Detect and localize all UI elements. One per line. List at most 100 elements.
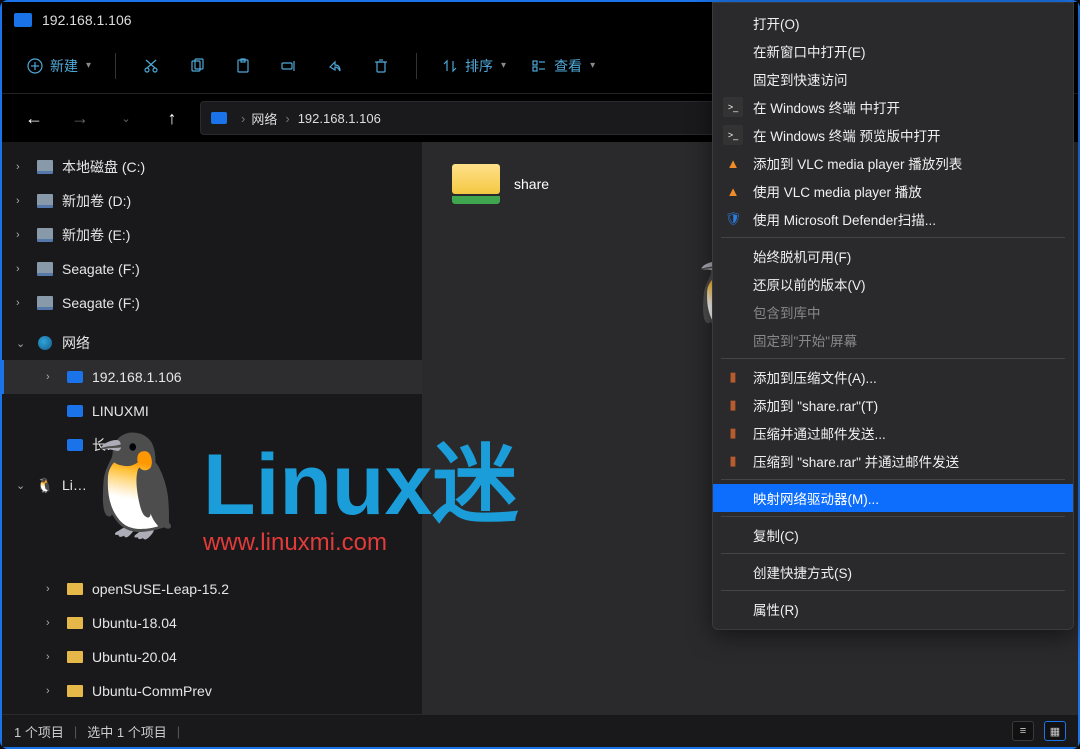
chevron-down-icon: ▾ (590, 60, 595, 71)
ctx-include-library[interactable]: 包含到库中 (713, 298, 1073, 326)
separator (721, 237, 1065, 238)
network-icon (36, 334, 54, 352)
ctx-map-network-drive[interactable]: 映射网络驱动器(M)... (713, 484, 1073, 512)
sort-label: 排序 (465, 56, 493, 76)
drive-icon (36, 294, 54, 312)
sort-icon (441, 57, 459, 75)
tree-ubuntu2004[interactable]: ›Ubuntu-20.04 (2, 640, 422, 674)
chevron-down-icon: ▾ (86, 60, 91, 71)
vlc-icon: ▲ (723, 181, 743, 201)
drive-icon (36, 192, 54, 210)
up-button[interactable]: ↑ (154, 100, 190, 136)
tree-linux-group[interactable]: ⌄Li… (2, 468, 422, 502)
ctx-windows-terminal-preview[interactable]: >_在 Windows 终端 预览版中打开 (713, 121, 1073, 149)
ctx-copy[interactable]: 复制(C) (713, 521, 1073, 549)
drive-icon (36, 260, 54, 278)
status-divider: | (177, 724, 180, 739)
tree-drive-e[interactable]: ›新加卷 (E:) (2, 218, 422, 252)
new-label: 新建 (50, 56, 78, 76)
view-label: 查看 (554, 56, 582, 76)
forward-button[interactable]: → (62, 100, 98, 136)
cut-icon (142, 57, 160, 75)
delete-button[interactable] (360, 48, 402, 84)
plus-icon (26, 57, 44, 75)
drive-icon (36, 158, 54, 176)
view-icons-button[interactable]: ▦ (1044, 721, 1066, 741)
vlc-icon: ▲ (723, 153, 743, 173)
tree-host-chang[interactable]: 长… (2, 428, 422, 462)
ctx-compress-share-email[interactable]: ▮压缩到 "share.rar" 并通过邮件发送 (713, 447, 1073, 475)
folder-icon (66, 614, 84, 632)
tree-host-current[interactable]: ›192.168.1.106 (2, 360, 422, 394)
back-button[interactable]: ← (16, 100, 52, 136)
tree-ubuntucomm[interactable]: ›Ubuntu-CommPrev (2, 674, 422, 708)
monitor-icon (66, 402, 84, 420)
tree-opensuse[interactable]: ›openSUSE-Leap-15.2 (2, 572, 422, 606)
folder-icon (66, 682, 84, 700)
separator (721, 516, 1065, 517)
tux-icon (36, 476, 54, 494)
separator (721, 590, 1065, 591)
view-details-button[interactable]: ≡ (1012, 721, 1034, 741)
folder-icon (66, 580, 84, 598)
crumb-sep: › (285, 111, 289, 126)
folder-name: share (514, 176, 549, 192)
share-button[interactable] (314, 48, 356, 84)
ctx-compress-email[interactable]: ▮压缩并通过邮件发送... (713, 419, 1073, 447)
folder-icon (452, 164, 500, 204)
window-icon (14, 13, 32, 27)
tree-seagate-f1[interactable]: ›Seagate (F:) (2, 252, 422, 286)
status-item-count: 1 个项目 (14, 722, 64, 741)
rar-icon: ▮ (723, 395, 743, 415)
context-menu: 打开(O) 在新窗口中打开(E) 固定到快速访问 >_在 Windows 终端 … (712, 2, 1074, 630)
rar-icon: ▮ (723, 367, 743, 387)
ctx-restore-previous[interactable]: 还原以前的版本(V) (713, 270, 1073, 298)
separator (115, 53, 116, 79)
crumb-host[interactable]: 192.168.1.106 (298, 111, 381, 126)
ctx-pin-start[interactable]: 固定到"开始"屏幕 (713, 326, 1073, 354)
monitor-icon (66, 368, 84, 386)
new-button[interactable]: 新建 ▾ (16, 48, 101, 84)
tree-ubuntu1804[interactable]: ›Ubuntu-18.04 (2, 606, 422, 640)
ctx-windows-terminal[interactable]: >_在 Windows 终端 中打开 (713, 93, 1073, 121)
ctx-open-new-window[interactable]: 在新窗口中打开(E) (713, 37, 1073, 65)
crumb-network[interactable]: 网络 (251, 109, 277, 128)
status-selected-count: 选中 1 个项目 (87, 722, 166, 741)
separator (416, 53, 417, 79)
tree-network[interactable]: ⌄网络 (2, 326, 422, 360)
copy-button[interactable] (176, 48, 218, 84)
ctx-vlc-add[interactable]: ▲添加到 VLC media player 播放列表 (713, 149, 1073, 177)
paste-button[interactable] (222, 48, 264, 84)
status-bar: 1 个项目 | 选中 1 个项目 | ≡ ▦ (2, 714, 1078, 747)
tree-drive-c[interactable]: ›本地磁盘 (C:) (2, 150, 422, 184)
rar-icon: ▮ (723, 451, 743, 471)
crumb-sep: › (241, 111, 245, 126)
rename-icon (280, 57, 298, 75)
trash-icon (372, 57, 390, 75)
folder-icon (66, 648, 84, 666)
window-title: 192.168.1.106 (42, 12, 132, 28)
recent-button[interactable]: ⌄ (108, 100, 144, 136)
terminal-icon: >_ (723, 125, 743, 145)
paste-icon (234, 57, 252, 75)
view-button[interactable]: 查看 ▾ (520, 48, 605, 84)
ctx-add-archive[interactable]: ▮添加到压缩文件(A)... (713, 363, 1073, 391)
ctx-add-share-rar[interactable]: ▮添加到 "share.rar"(T) (713, 391, 1073, 419)
rename-button[interactable] (268, 48, 310, 84)
tree-host-linuxmi[interactable]: LINUXMI (2, 394, 422, 428)
tree-seagate-f2[interactable]: ›Seagate (F:) (2, 286, 422, 320)
tree-drive-d[interactable]: ›新加卷 (D:) (2, 184, 422, 218)
cut-button[interactable] (130, 48, 172, 84)
sort-button[interactable]: 排序 ▾ (431, 48, 516, 84)
ctx-pin-quick-access[interactable]: 固定到快速访问 (713, 65, 1073, 93)
ctx-open[interactable]: 打开(O) (713, 9, 1073, 37)
ctx-properties[interactable]: 属性(R) (713, 595, 1073, 623)
copy-icon (188, 57, 206, 75)
ctx-defender-scan[interactable]: 🛡使用 Microsoft Defender扫描... (713, 205, 1073, 233)
separator (721, 358, 1065, 359)
ctx-vlc-play[interactable]: ▲使用 VLC media player 播放 (713, 177, 1073, 205)
ctx-always-offline[interactable]: 始终脱机可用(F) (713, 242, 1073, 270)
ctx-create-shortcut[interactable]: 创建快捷方式(S) (713, 558, 1073, 586)
status-divider: | (74, 724, 77, 739)
folder-share[interactable]: share (442, 156, 682, 212)
